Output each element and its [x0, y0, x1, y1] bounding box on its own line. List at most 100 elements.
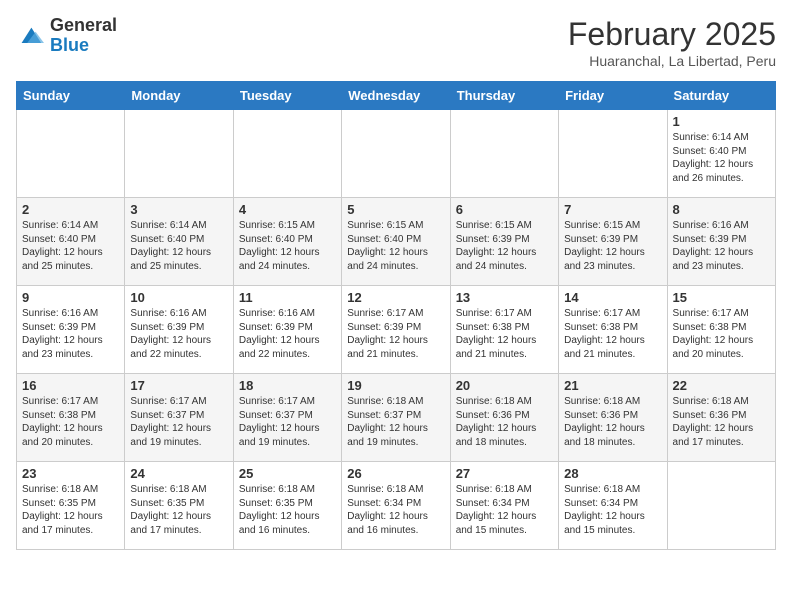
- calendar-cell: 14 Sunrise: 6:17 AM Sunset: 6:38 PM Dayli…: [559, 286, 667, 374]
- day-info: Sunrise: 6:18 AM Sunset: 6:37 PM Dayligh…: [347, 395, 444, 449]
- day-number: 24: [130, 466, 227, 481]
- day-number: 9: [22, 290, 119, 305]
- calendar-cell: [125, 110, 233, 198]
- day-info: Sunrise: 6:18 AM Sunset: 6:34 PM Dayligh…: [347, 483, 444, 537]
- day-number: 6: [456, 202, 553, 217]
- day-info: Sunrise: 6:18 AM Sunset: 6:35 PM Dayligh…: [239, 483, 336, 537]
- weekday-header: Thursday: [450, 82, 558, 110]
- day-info: Sunrise: 6:18 AM Sunset: 6:35 PM Dayligh…: [130, 483, 227, 537]
- logo: General Blue: [16, 16, 117, 56]
- day-info: Sunrise: 6:18 AM Sunset: 6:35 PM Dayligh…: [22, 483, 119, 537]
- day-number: 20: [456, 378, 553, 393]
- day-info: Sunrise: 6:18 AM Sunset: 6:34 PM Dayligh…: [564, 483, 661, 537]
- day-info: Sunrise: 6:14 AM Sunset: 6:40 PM Dayligh…: [22, 219, 119, 273]
- weekday-header: Wednesday: [342, 82, 450, 110]
- calendar-cell: 17 Sunrise: 6:17 AM Sunset: 6:37 PM Dayli…: [125, 374, 233, 462]
- calendar-cell: 19 Sunrise: 6:18 AM Sunset: 6:37 PM Dayli…: [342, 374, 450, 462]
- day-number: 12: [347, 290, 444, 305]
- calendar-cell: 13 Sunrise: 6:17 AM Sunset: 6:38 PM Dayli…: [450, 286, 558, 374]
- day-number: 2: [22, 202, 119, 217]
- day-info: Sunrise: 6:16 AM Sunset: 6:39 PM Dayligh…: [239, 307, 336, 361]
- day-number: 14: [564, 290, 661, 305]
- day-info: Sunrise: 6:15 AM Sunset: 6:39 PM Dayligh…: [564, 219, 661, 273]
- day-info: Sunrise: 6:15 AM Sunset: 6:39 PM Dayligh…: [456, 219, 553, 273]
- calendar-cell: 1Sunrise: 6:14 AM Sunset: 6:40 PM Daylig…: [667, 110, 775, 198]
- day-number: 17: [130, 378, 227, 393]
- day-info: Sunrise: 6:16 AM Sunset: 6:39 PM Dayligh…: [22, 307, 119, 361]
- calendar-cell: 4 Sunrise: 6:15 AM Sunset: 6:40 PM Daylig…: [233, 198, 341, 286]
- calendar-cell: 23 Sunrise: 6:18 AM Sunset: 6:35 PM Dayli…: [17, 462, 125, 550]
- day-info: Sunrise: 6:17 AM Sunset: 6:37 PM Dayligh…: [239, 395, 336, 449]
- day-number: 19: [347, 378, 444, 393]
- logo-blue-text: Blue: [50, 35, 89, 55]
- weekday-header: Sunday: [17, 82, 125, 110]
- day-number: 16: [22, 378, 119, 393]
- calendar-cell: 22 Sunrise: 6:18 AM Sunset: 6:36 PM Dayli…: [667, 374, 775, 462]
- day-info: Sunrise: 6:14 AM Sunset: 6:40 PM Dayligh…: [673, 131, 770, 185]
- day-number: 5: [347, 202, 444, 217]
- day-info: Sunrise: 6:18 AM Sunset: 6:36 PM Dayligh…: [564, 395, 661, 449]
- calendar-cell: 15Sunrise: 6:17 AM Sunset: 6:38 PM Dayli…: [667, 286, 775, 374]
- calendar-cell: [233, 110, 341, 198]
- day-info: Sunrise: 6:17 AM Sunset: 6:38 PM Dayligh…: [22, 395, 119, 449]
- day-info: Sunrise: 6:15 AM Sunset: 6:40 PM Dayligh…: [239, 219, 336, 273]
- day-info: Sunrise: 6:16 AM Sunset: 6:39 PM Dayligh…: [130, 307, 227, 361]
- calendar-cell: 3 Sunrise: 6:14 AM Sunset: 6:40 PM Daylig…: [125, 198, 233, 286]
- day-number: 4: [239, 202, 336, 217]
- calendar-cell: 11 Sunrise: 6:16 AM Sunset: 6:39 PM Dayli…: [233, 286, 341, 374]
- day-number: 27: [456, 466, 553, 481]
- calendar-cell: 25 Sunrise: 6:18 AM Sunset: 6:35 PM Dayli…: [233, 462, 341, 550]
- day-info: Sunrise: 6:14 AM Sunset: 6:40 PM Dayligh…: [130, 219, 227, 273]
- calendar-cell: [559, 110, 667, 198]
- calendar-cell: 20 Sunrise: 6:18 AM Sunset: 6:36 PM Dayli…: [450, 374, 558, 462]
- calendar-cell: [450, 110, 558, 198]
- title-section: February 2025 Huaranchal, La Libertad, P…: [568, 16, 776, 69]
- day-number: 13: [456, 290, 553, 305]
- calendar-cell: 26 Sunrise: 6:18 AM Sunset: 6:34 PM Dayli…: [342, 462, 450, 550]
- calendar-cell: 16 Sunrise: 6:17 AM Sunset: 6:38 PM Dayli…: [17, 374, 125, 462]
- calendar-cell: 10Sunrise: 6:16 AM Sunset: 6:39 PM Dayli…: [125, 286, 233, 374]
- day-number: 23: [22, 466, 119, 481]
- day-number: 28: [564, 466, 661, 481]
- day-number: 8: [673, 202, 770, 217]
- day-number: 25: [239, 466, 336, 481]
- logo-general-text: General: [50, 15, 117, 35]
- day-info: Sunrise: 6:16 AM Sunset: 6:39 PM Dayligh…: [673, 219, 770, 273]
- calendar-subtitle: Huaranchal, La Libertad, Peru: [568, 53, 776, 69]
- weekday-header: Friday: [559, 82, 667, 110]
- day-info: Sunrise: 6:18 AM Sunset: 6:36 PM Dayligh…: [673, 395, 770, 449]
- calendar-cell: 6 Sunrise: 6:15 AM Sunset: 6:39 PM Daylig…: [450, 198, 558, 286]
- day-number: 22: [673, 378, 770, 393]
- calendar-cell: [667, 462, 775, 550]
- calendar-cell: 21 Sunrise: 6:18 AM Sunset: 6:36 PM Dayli…: [559, 374, 667, 462]
- day-info: Sunrise: 6:17 AM Sunset: 6:37 PM Dayligh…: [130, 395, 227, 449]
- calendar-cell: 12 Sunrise: 6:17 AM Sunset: 6:39 PM Dayli…: [342, 286, 450, 374]
- calendar-cell: 28 Sunrise: 6:18 AM Sunset: 6:34 PM Dayli…: [559, 462, 667, 550]
- day-info: Sunrise: 6:18 AM Sunset: 6:34 PM Dayligh…: [456, 483, 553, 537]
- day-number: 21: [564, 378, 661, 393]
- calendar-cell: [342, 110, 450, 198]
- weekday-header: Tuesday: [233, 82, 341, 110]
- weekday-header: Monday: [125, 82, 233, 110]
- day-info: Sunrise: 6:17 AM Sunset: 6:38 PM Dayligh…: [564, 307, 661, 361]
- day-number: 7: [564, 202, 661, 217]
- day-info: Sunrise: 6:18 AM Sunset: 6:36 PM Dayligh…: [456, 395, 553, 449]
- day-info: Sunrise: 6:17 AM Sunset: 6:38 PM Dayligh…: [673, 307, 770, 361]
- calendar-cell: 7 Sunrise: 6:15 AM Sunset: 6:39 PM Daylig…: [559, 198, 667, 286]
- page-header: General Blue February 2025 Huaranchal, L…: [16, 16, 776, 69]
- calendar-table: SundayMondayTuesdayWednesdayThursdayFrid…: [16, 81, 776, 550]
- day-number: 3: [130, 202, 227, 217]
- day-number: 26: [347, 466, 444, 481]
- calendar-cell: 18 Sunrise: 6:17 AM Sunset: 6:37 PM Dayli…: [233, 374, 341, 462]
- day-number: 11: [239, 290, 336, 305]
- calendar-cell: 24 Sunrise: 6:18 AM Sunset: 6:35 PM Dayli…: [125, 462, 233, 550]
- day-number: 18: [239, 378, 336, 393]
- logo-icon: [16, 22, 44, 50]
- calendar-cell: 2 Sunrise: 6:14 AM Sunset: 6:40 PM Daylig…: [17, 198, 125, 286]
- calendar-cell: [17, 110, 125, 198]
- day-info: Sunrise: 6:17 AM Sunset: 6:38 PM Dayligh…: [456, 307, 553, 361]
- calendar-cell: 27 Sunrise: 6:18 AM Sunset: 6:34 PM Dayli…: [450, 462, 558, 550]
- calendar-cell: 8 Sunrise: 6:16 AM Sunset: 6:39 PM Daylig…: [667, 198, 775, 286]
- day-info: Sunrise: 6:17 AM Sunset: 6:39 PM Dayligh…: [347, 307, 444, 361]
- calendar-cell: 5Sunrise: 6:15 AM Sunset: 6:40 PM Daylig…: [342, 198, 450, 286]
